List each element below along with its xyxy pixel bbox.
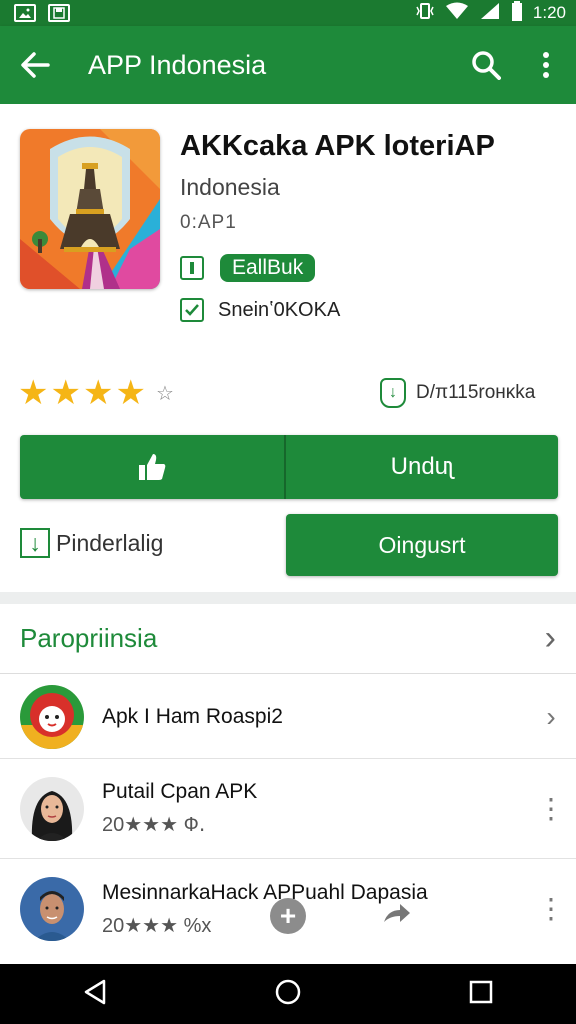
status-bar: 1:20	[0, 0, 576, 26]
category-badge: EallBuk	[220, 254, 316, 282]
vibrate-icon	[415, 2, 435, 25]
half-star-icon: ☆	[155, 382, 174, 405]
search-button[interactable]	[456, 26, 516, 104]
navigation-bar	[0, 964, 576, 1024]
circle-home-icon	[275, 979, 301, 1004]
wishlist-button[interactable]: ↓ Pinderlalig	[20, 528, 163, 558]
chevron-right-icon: ›	[546, 700, 556, 732]
star-icon: ★	[115, 374, 146, 412]
star-icon: ★	[82, 374, 114, 412]
add-button[interactable]: +	[270, 898, 306, 934]
list-item[interactable]: Apk I Ham Roaspi2 ›	[0, 675, 576, 759]
sub-info-row: Sneinʽ0KOKA	[180, 298, 340, 322]
avatar	[20, 684, 84, 749]
list-item[interactable]: Putail Cpan APK 20★★★ Ф․ ⋮	[0, 759, 576, 859]
developer-name[interactable]: Indonesia	[180, 174, 280, 201]
signal-icon	[479, 2, 501, 25]
download-icon: ↓	[380, 378, 406, 408]
square-recents-icon	[469, 980, 492, 1003]
downloads-label: D/π115roнκka	[416, 382, 536, 403]
like-button[interactable]	[20, 435, 286, 499]
plus-icon: +	[279, 900, 297, 931]
open-button[interactable]: Oingusrt	[286, 514, 558, 576]
bookmark-icon: ↓	[20, 528, 50, 558]
list-item-rating: 20★★★ Ф․	[102, 814, 206, 836]
badge-row: EallBuk	[180, 254, 316, 282]
back-button[interactable]	[0, 26, 70, 104]
recents-nav-button[interactable]	[469, 980, 493, 1009]
status-time: 1:20	[532, 3, 566, 22]
downloads-info: ↓ D/π115roнκka	[380, 378, 535, 408]
rating-stars: ★ ★ ★ ★ ☆	[18, 376, 174, 410]
list-item-rating: 20★★★ %x	[102, 914, 212, 937]
list-item-title: Putail Cpan APK	[102, 780, 258, 803]
save-notification-icon	[48, 4, 70, 22]
install-button-group: Unduʅ	[20, 435, 558, 499]
overflow-menu-button[interactable]	[516, 26, 576, 104]
section-title: Paropriinsia	[20, 623, 158, 653]
section-header[interactable]: Paropriinsia ›	[0, 604, 576, 674]
check-icon	[180, 298, 204, 322]
app-details-card: AKKcaka APK loteriAP Indonesia 0:AP1 Eal…	[0, 104, 576, 592]
back-nav-button[interactable]	[83, 979, 107, 1010]
list-item-title: Apk I Ham Roaspi2	[102, 704, 283, 728]
avatar	[20, 877, 84, 941]
share-icon[interactable]	[382, 902, 412, 931]
star-icon: ★	[18, 374, 49, 412]
sub-info-label: Sneinʽ0KOKA	[218, 298, 341, 321]
section-divider	[0, 592, 576, 604]
battery-icon	[511, 0, 523, 26]
more-vert-icon	[543, 52, 549, 78]
star-icon: ★	[50, 374, 81, 412]
app-title: AKKcaka APK loteriAP	[180, 130, 495, 162]
triangle-back-icon	[85, 979, 106, 1004]
list-item-title: MesinnarkaHack APPuahl Dapasia	[102, 880, 428, 904]
app-icon	[20, 129, 160, 289]
wifi-icon	[445, 2, 469, 25]
more-vert-icon[interactable]: ⋮	[526, 895, 576, 923]
thumbs-up-icon	[139, 454, 166, 480]
app-bar: APP Indonesia	[0, 26, 576, 104]
info-icon	[180, 256, 204, 280]
app-version: 0:AP1	[180, 212, 237, 233]
image-notification-icon	[14, 4, 36, 22]
arrow-left-icon	[21, 52, 50, 78]
chevron-right-icon: ›	[544, 619, 556, 657]
app-bar-title: APP Indonesia	[88, 49, 267, 80]
search-icon	[472, 51, 501, 80]
install-button[interactable]: Unduʅ	[286, 453, 558, 481]
more-vert-icon[interactable]: ⋮	[526, 794, 576, 823]
home-nav-button[interactable]	[274, 978, 302, 1011]
wishlist-label: Pinderlalig	[56, 529, 164, 556]
avatar	[20, 776, 84, 841]
